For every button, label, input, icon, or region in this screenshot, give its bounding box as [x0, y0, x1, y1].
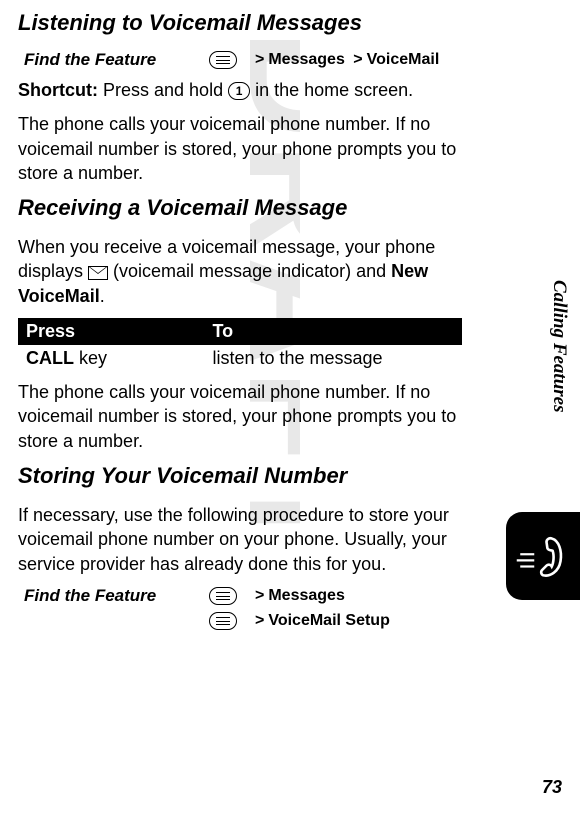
listening-body: The phone calls your voicemail phone num…: [18, 112, 462, 185]
section-title-receiving: Receiving a Voicemail Message: [18, 195, 462, 221]
breadcrumb: >Messages >VoiceMail: [255, 51, 439, 69]
side-tab-label: Calling Features: [548, 280, 570, 413]
nav-path: >Messages >VoiceMail: [209, 51, 439, 69]
nav-path-line2: >VoiceMail Setup: [209, 612, 390, 630]
menu-key-icon: [209, 587, 237, 605]
table-cell-press: CALL key: [18, 345, 204, 372]
menu-key-icon: [209, 51, 237, 69]
receiving-body-1: When you receive a voicemail message, yo…: [18, 235, 462, 308]
section-title-storing: Storing Your Voicemail Number: [18, 463, 462, 489]
shortcut-label: Shortcut:: [18, 80, 98, 100]
phone-handset-icon: [515, 528, 571, 584]
table-header-press: Press: [18, 318, 204, 345]
table-row: CALL key listen to the message: [18, 345, 462, 372]
page-number: 73: [542, 777, 562, 798]
find-feature-block-storing: Find the Feature >Messages >VoiceMail Se…: [18, 586, 462, 630]
table-cell-to: listen to the message: [204, 345, 462, 372]
press-to-table: Press To CALL key listen to the message: [18, 318, 462, 372]
nav-path-line1: >Messages: [209, 587, 345, 605]
key-1-icon: 1: [228, 82, 250, 100]
table-header-row: Press To: [18, 318, 462, 345]
page-content: Listening to Voicemail Messages Find the…: [0, 0, 520, 630]
find-feature-row: Find the Feature >Messages >VoiceMail: [18, 50, 462, 70]
storing-body: If necessary, use the following procedur…: [18, 503, 462, 576]
find-feature-label: Find the Feature: [24, 586, 209, 606]
menu-key-icon: [209, 612, 237, 630]
receiving-body-2: The phone calls your voicemail phone num…: [18, 380, 462, 453]
table-header-to: To: [204, 318, 462, 345]
voicemail-indicator-icon: [88, 266, 108, 280]
find-feature-label: Find the Feature: [24, 50, 209, 70]
shortcut-paragraph: Shortcut: Press and hold 1 in the home s…: [18, 78, 462, 102]
section-title-listening: Listening to Voicemail Messages: [18, 10, 462, 36]
find-feature-row-storing-1: Find the Feature >Messages: [18, 586, 462, 606]
find-feature-row-storing-2: >VoiceMail Setup: [18, 612, 462, 630]
